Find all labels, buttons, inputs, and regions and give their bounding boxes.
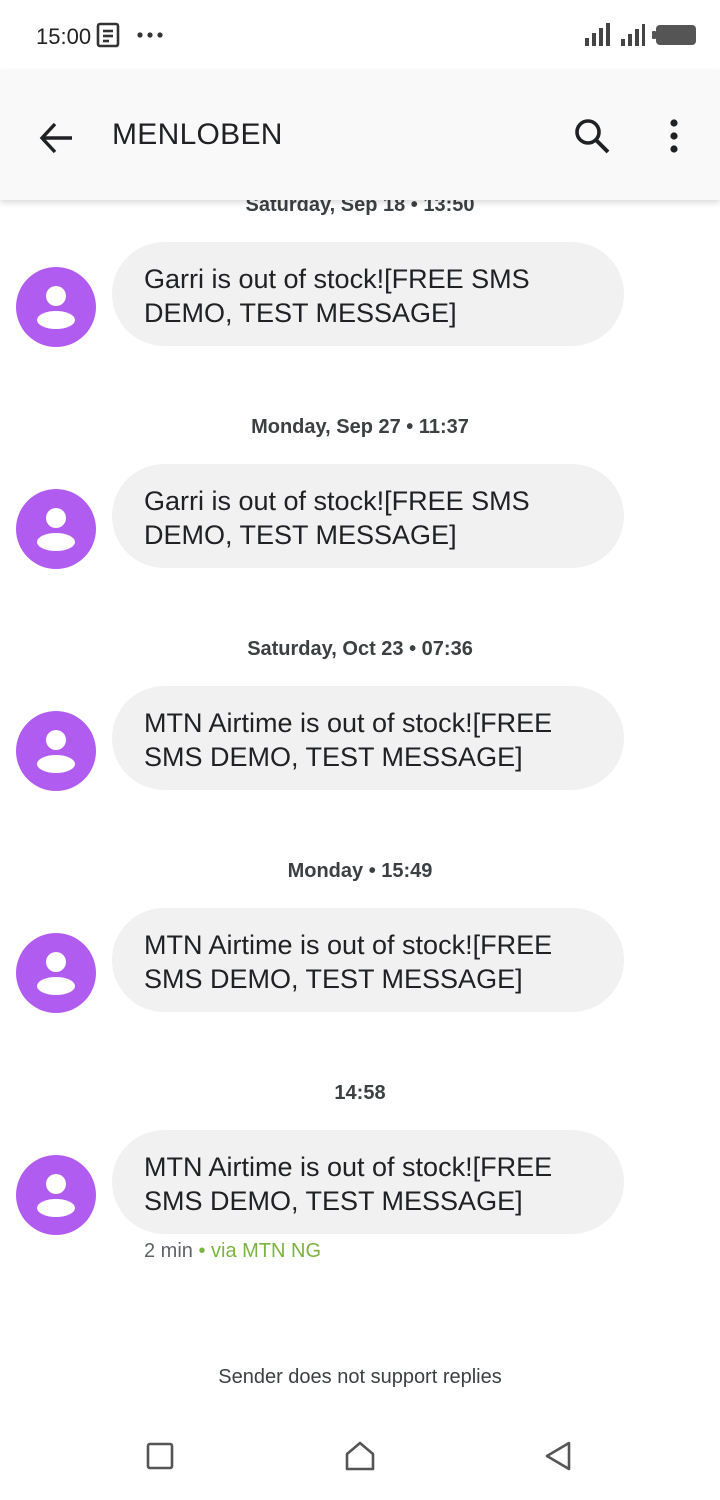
sender-avatar[interactable]: [16, 711, 96, 791]
sender-avatar[interactable]: [16, 933, 96, 1013]
person-icon: [37, 1174, 75, 1217]
back-button[interactable]: [32, 114, 80, 162]
more-options-button[interactable]: [650, 112, 698, 160]
home-icon: [345, 1441, 375, 1471]
signal-icon: [620, 22, 646, 53]
person-icon: [37, 508, 75, 551]
message-text-line: Garri is out of stock![FREE SMS: [144, 264, 530, 294]
message-text-line: DEMO, TEST MESSAGE]: [144, 520, 457, 550]
no-reply-notice: Sender does not support replies: [218, 1366, 502, 1388]
message-bubble[interactable]: MTN Airtime is out of stock![FREE SMS DE…: [112, 686, 624, 790]
person-icon: [37, 952, 75, 995]
message-bubble[interactable]: Garri is out of stock![FREE SMS DEMO, TE…: [112, 242, 624, 346]
more-notifications-icon: [136, 22, 164, 53]
home-button[interactable]: [338, 1434, 382, 1478]
battery-icon: [652, 23, 698, 52]
message-text-line: MTN Airtime is out of stock![FREE: [144, 1152, 553, 1182]
message-list[interactable]: Saturday, Sep 18 • 13:50 Garri is out of…: [0, 188, 720, 1318]
message-text-line: Garri is out of stock![FREE SMS: [144, 486, 530, 516]
system-nav-bar: [0, 1412, 720, 1500]
message-time: 2 min: [144, 1240, 193, 1262]
status-time: 15:00: [36, 24, 92, 49]
more-vert-icon: [670, 119, 678, 153]
date-label: Monday • 15:49: [287, 860, 433, 882]
date-label: Saturday, Oct 23 • 07:36: [247, 638, 473, 660]
message-text-line: MTN Airtime is out of stock![FREE: [144, 708, 553, 738]
notification-doc-icon: [96, 22, 122, 53]
message-text-line: SMS DEMO, TEST MESSAGE]: [144, 1186, 523, 1216]
search-icon: [575, 119, 610, 154]
message-meta: 2 min • via MTN NG: [144, 1240, 321, 1263]
message-text-line: MTN Airtime is out of stock![FREE: [144, 930, 553, 960]
message-text-line: SMS DEMO, TEST MESSAGE]: [144, 964, 523, 994]
message-bubble[interactable]: MTN Airtime is out of stock![FREE SMS DE…: [112, 1130, 624, 1234]
message-via: • via MTN NG: [198, 1240, 322, 1262]
sender-avatar[interactable]: [16, 1155, 96, 1235]
status-bar: 15:00: [0, 0, 720, 70]
message-text-line: SMS DEMO, TEST MESSAGE]: [144, 742, 523, 772]
date-label: 14:58: [334, 1082, 386, 1104]
message-bubble[interactable]: MTN Airtime is out of stock![FREE SMS DE…: [112, 908, 624, 1012]
app-bar: MENLOBEN: [0, 70, 720, 200]
back-nav-button[interactable]: [536, 1434, 580, 1478]
message-bubble[interactable]: Garri is out of stock![FREE SMS DEMO, TE…: [112, 464, 624, 568]
message-text-line: DEMO, TEST MESSAGE]: [144, 298, 457, 328]
search-button[interactable]: [568, 112, 616, 160]
sender-avatar[interactable]: [16, 489, 96, 569]
sender-avatar[interactable]: [16, 267, 96, 347]
person-icon: [37, 286, 75, 329]
back-triangle-icon: [545, 1441, 571, 1471]
signal-4g-icon: [584, 22, 614, 53]
conversation-title: MENLOBEN: [112, 118, 283, 151]
date-label: Monday, Sep 27 • 11:37: [251, 416, 469, 438]
back-arrow-icon: [39, 122, 72, 154]
recents-button[interactable]: [138, 1434, 182, 1478]
square-icon: [146, 1442, 174, 1470]
person-icon: [37, 730, 75, 773]
